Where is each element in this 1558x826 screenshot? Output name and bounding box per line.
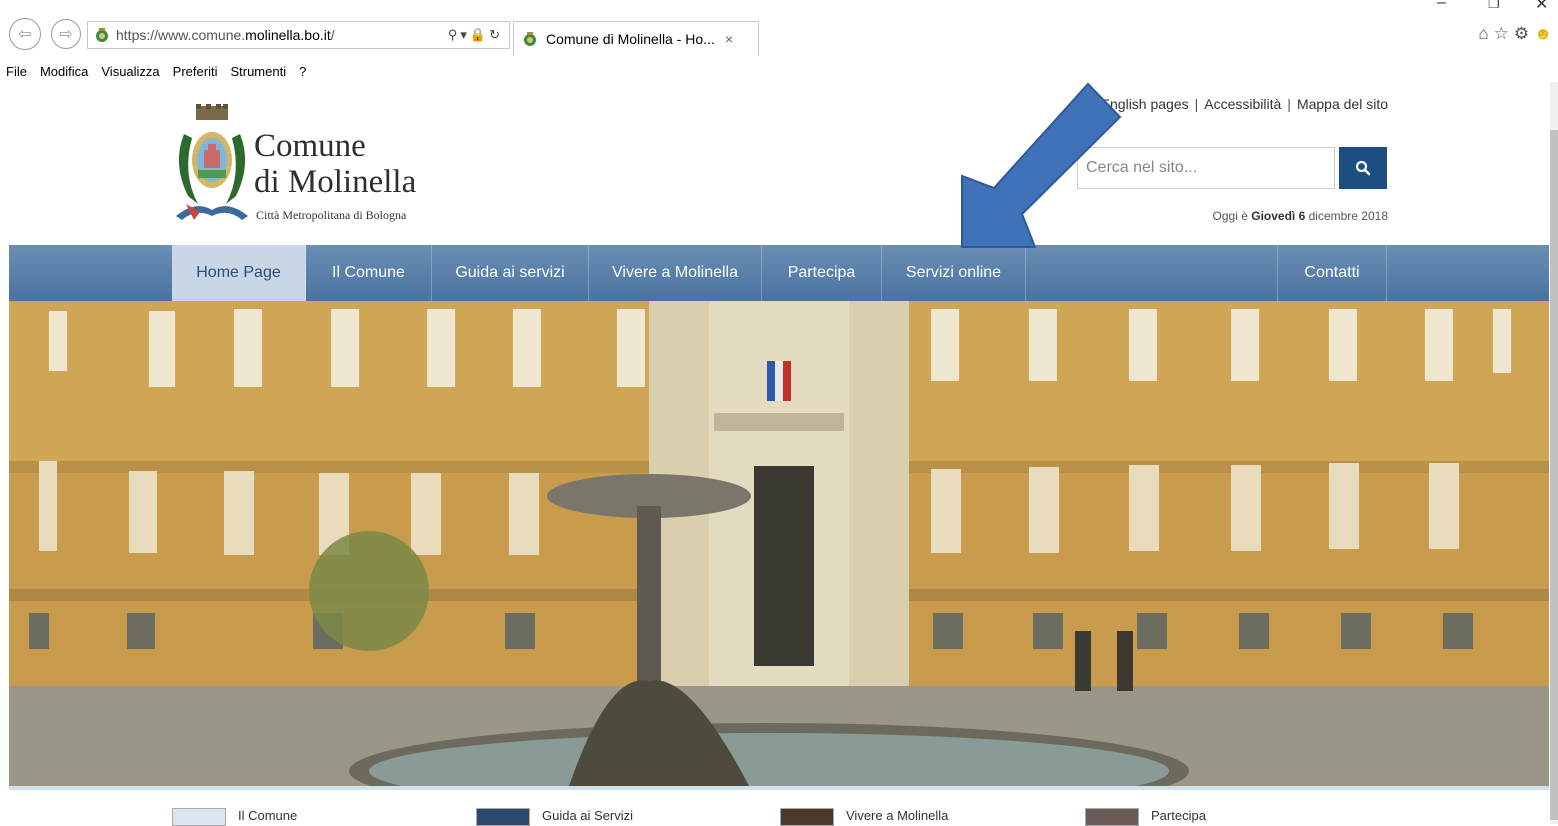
menu-help[interactable]: ? xyxy=(299,64,306,79)
nav-home-page[interactable]: Home Page xyxy=(172,245,306,301)
browser-chrome: ⇦ ⇨ https://www.comune.molinella.bo.it/ … xyxy=(0,0,1558,60)
quicklink-guida-ai-servizi[interactable]: Guida ai Servizi xyxy=(476,808,633,826)
search-icon xyxy=(1355,160,1371,176)
link-english-pages[interactable]: English pages xyxy=(1101,96,1189,112)
home-icon[interactable]: ⌂ xyxy=(1478,24,1488,44)
quicklink-label: Vivere a Molinella xyxy=(846,808,949,823)
address-controls[interactable]: ⚲▾🔒↻ xyxy=(448,27,509,43)
scrollbar-thumb[interactable] xyxy=(1550,130,1558,820)
current-date: Oggi è Giovedì 6 dicembre 2018 xyxy=(1212,209,1388,223)
quicklink-thumbnail xyxy=(1085,808,1139,826)
back-button[interactable]: ⇦ xyxy=(9,18,41,50)
vertical-scrollbar[interactable] xyxy=(1550,82,1558,824)
url-text: https://www.comune.molinella.bo.it/ xyxy=(116,27,335,43)
menu-bar: File Modifica Visualizza Preferiti Strum… xyxy=(0,60,1558,82)
quicklink-thumbnail xyxy=(476,808,530,826)
nav-vivere-a-molinella[interactable]: Vivere a Molinella xyxy=(589,245,762,301)
smiley-feedback-icon[interactable]: ☻ xyxy=(1534,24,1552,44)
top-links: English pages | Accessibilità | Mappa de… xyxy=(1101,96,1388,112)
favorites-star-icon[interactable]: ☆ xyxy=(1494,24,1509,44)
address-bar[interactable]: https://www.comune.molinella.bo.it/ ⚲▾🔒↻ xyxy=(87,21,510,49)
separator: | xyxy=(1194,96,1199,112)
site-title-line1: Comune xyxy=(254,128,366,164)
minimize-icon[interactable]: – xyxy=(1437,0,1446,12)
coat-of-arms-logo[interactable] xyxy=(172,104,252,228)
quicklink-thumbnail xyxy=(780,808,834,826)
hero-bottom-strip xyxy=(9,786,1549,790)
site-search-input[interactable] xyxy=(1077,147,1335,189)
settings-gear-icon[interactable]: ⚙ xyxy=(1514,24,1529,44)
toolbar-icons: ⌂ ☆ ⚙ ☻ xyxy=(1478,24,1552,44)
menu-file[interactable]: File xyxy=(6,64,27,79)
restore-icon[interactable]: ❐ xyxy=(1488,0,1500,12)
nav-servizi-online[interactable]: Servizi online xyxy=(882,245,1026,301)
nav-guida-ai-servizi[interactable]: Guida ai servizi xyxy=(432,245,589,301)
quicklink-label: Guida ai Servizi xyxy=(542,808,634,823)
forward-button[interactable]: ⇨ xyxy=(51,19,81,49)
tab-close-icon[interactable]: × xyxy=(725,31,733,47)
menu-modifica[interactable]: Modifica xyxy=(40,64,88,79)
link-mappa-del-sito[interactable]: Mappa del sito xyxy=(1297,96,1388,112)
quicklink-thumbnail xyxy=(172,808,226,826)
site-search-button[interactable] xyxy=(1339,147,1387,189)
link-accessibilita[interactable]: Accessibilità xyxy=(1204,96,1281,112)
nav-contatti[interactable]: Contatti xyxy=(1277,245,1387,301)
tab-favicon xyxy=(524,31,536,46)
quicklink-vivere-a-molinella[interactable]: Vivere a Molinella xyxy=(780,808,948,826)
nav-il-comune[interactable]: Il Comune xyxy=(306,245,432,301)
browser-tab[interactable]: Comune di Molinella - Ho... × xyxy=(513,21,759,55)
quicklink-label: Il Comune xyxy=(238,808,298,823)
site-subtitle: Città Metropolitana di Bologna xyxy=(256,208,407,222)
menu-preferiti[interactable]: Preferiti xyxy=(173,64,218,79)
tab-title: Comune di Molinella - Ho... xyxy=(546,30,715,47)
quicklink-label: Partecipa xyxy=(1151,808,1206,823)
close-window-icon[interactable]: ✕ xyxy=(1535,0,1548,14)
quicklink-il-comune[interactable]: Il Comune xyxy=(172,808,297,826)
separator: | xyxy=(1287,96,1291,112)
quicklink-partecipa[interactable]: Partecipa xyxy=(1085,808,1206,826)
menu-visualizza[interactable]: Visualizza xyxy=(101,64,159,79)
nav-partecipa[interactable]: Partecipa xyxy=(762,245,882,301)
menu-strumenti[interactable]: Strumenti xyxy=(230,64,286,79)
site-favicon xyxy=(96,28,108,42)
site-title-line2: di Molinella xyxy=(254,164,417,200)
town-hall-hero-image xyxy=(9,301,1549,786)
